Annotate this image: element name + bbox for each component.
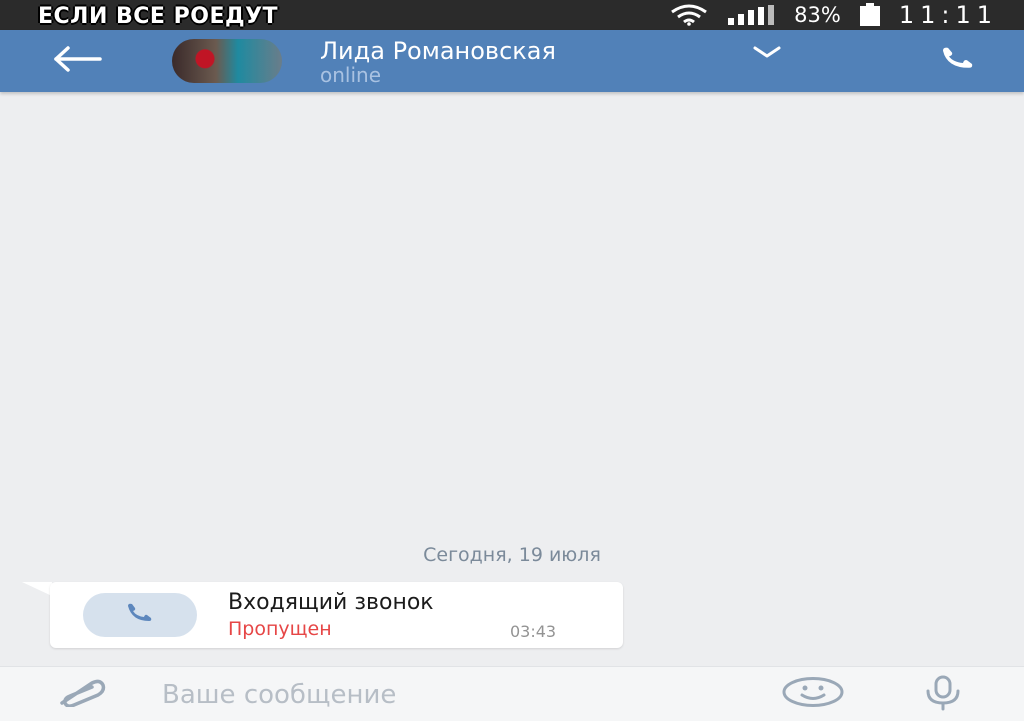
chevron-down-icon[interactable]: [752, 44, 782, 63]
phone-icon: [125, 602, 155, 628]
battery-percent: 83%: [794, 3, 841, 27]
contact-name[interactable]: Лида Романовская: [320, 37, 556, 65]
battery-icon: [859, 3, 881, 27]
phone-icon: [933, 47, 983, 75]
signal-icon: [726, 4, 776, 26]
call-title: Входящий звонок: [228, 590, 434, 615]
voice-record-button[interactable]: [912, 675, 974, 715]
wifi-icon: [670, 4, 708, 26]
back-button[interactable]: [48, 42, 108, 80]
avatar[interactable]: [172, 39, 282, 83]
microphone-icon: [915, 675, 971, 715]
smiley-icon: [781, 676, 845, 712]
caption-text: ЕСЛИ ВСЕ РОЕДУТ: [38, 4, 279, 29]
emoji-button[interactable]: [778, 675, 848, 713]
paperclip-icon: [52, 677, 108, 711]
chat-header: Лида Романовская online: [0, 30, 1024, 92]
call-status: Пропущен: [228, 618, 332, 640]
status-bar: ЕСЛИ ВСЕ РОЕДУТ 83% 11:11: [0, 0, 1024, 30]
back-arrow-icon: [52, 46, 104, 76]
date-separator: Сегодня, 19 июля: [423, 544, 601, 566]
conversation-area[interactable]: Сегодня, 19 июля Входящий звонок Пропуще…: [0, 92, 1024, 666]
message-time: 03:43: [510, 622, 557, 641]
attach-button[interactable]: [50, 677, 110, 711]
message-input[interactable]: [160, 675, 724, 715]
contact-status: online: [320, 63, 382, 87]
call-icon-badge: [83, 593, 197, 637]
missed-call-message[interactable]: Входящий звонок Пропущен 03:43: [50, 582, 623, 648]
message-composer: [0, 666, 1024, 721]
call-button[interactable]: [930, 44, 986, 78]
bubble-tail: [22, 582, 52, 596]
clock: 11:11: [898, 1, 998, 29]
status-icons: 83% 11:11: [670, 0, 998, 30]
